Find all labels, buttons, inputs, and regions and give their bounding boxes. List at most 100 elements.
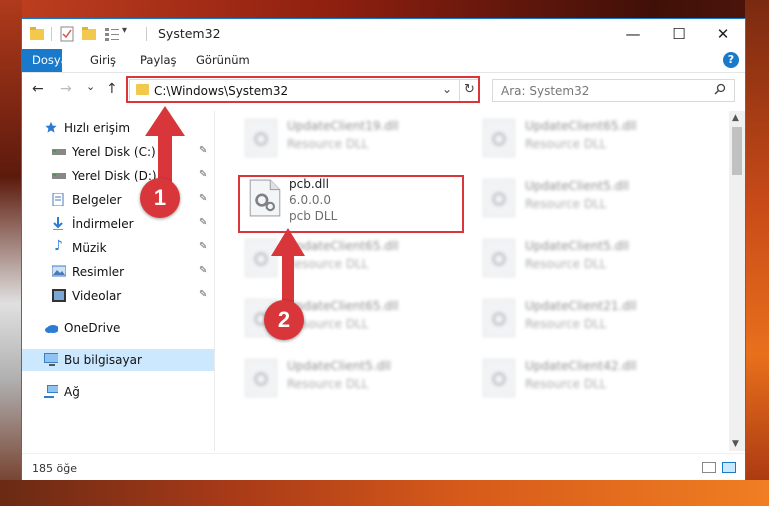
file-name: UpdateClient5.dll [525,179,629,193]
properties-icon[interactable] [60,26,74,42]
sidebar-item-videos[interactable]: Videolar ✎ [22,285,214,307]
address-bar-highlight [126,76,480,103]
view-options-icon[interactable] [104,26,120,42]
pin-icon: ✎ [199,265,208,276]
sidebar-item-this-pc[interactable]: Bu bilgisayar [22,349,214,371]
document-icon [52,193,64,206]
sidebar-item-pictures[interactable]: Resimler ✎ [22,261,214,283]
file-name: UpdateClient65.dll [525,119,637,133]
list-item[interactable]: UpdateClient5.dll Resource DLL [479,173,699,227]
navigation-bar: ← → ⌄ ↑ C:\Windows\System32 ⌄ ↻ Ara: Sys… [22,73,745,109]
picture-icon [52,265,66,277]
customize-toolbar-chevron-icon[interactable]: ▾ [122,25,127,41]
dll-file-icon [483,179,515,217]
list-item[interactable]: UpdateClient5.dll Resource DLL [479,233,699,287]
list-item[interactable]: UpdateClient42.dll Resource DLL [479,353,699,407]
sidebar-item-label: OneDrive [64,321,121,335]
video-icon [52,289,66,302]
sidebar-item-label: İndirmeler [72,217,134,231]
pcb-dll-highlight [238,175,464,233]
list-item[interactable]: UpdateClient65.dll Resource DLL [479,113,699,167]
sidebar-item-label: Ağ [64,385,80,399]
help-icon[interactable]: ? [723,52,739,68]
sidebar-item-music[interactable]: ♪ Müzik ✎ [22,237,214,259]
step-badge-1: 1 [140,178,180,218]
dll-file-icon [483,299,515,337]
tab-dosya[interactable]: Dosya [22,49,68,72]
list-item[interactable]: UpdateClient5.dll Resource DLL [241,353,461,407]
file-type: Resource DLL [525,377,607,391]
scroll-up-icon[interactable]: ▲ [732,113,739,123]
vertical-scrollbar[interactable]: ▲ ▼ [729,111,745,451]
cloud-icon [45,325,58,333]
search-input[interactable]: Ara: System32 [501,84,589,98]
dll-file-icon [245,119,277,157]
ribbon-tabs: Dosya Giriş Paylaş Görünüm ? [22,49,745,73]
recent-locations-button[interactable]: ⌄ [86,80,95,93]
file-name: UpdateClient21.dll [525,299,637,313]
sidebar-item-label: Bu bilgisayar [64,353,142,367]
new-folder-icon[interactable] [82,26,96,42]
pin-icon: ✎ [199,289,208,300]
status-bar: 185 öğe [22,453,745,480]
file-name: UpdateClient5.dll [287,359,391,373]
quick-access-separator [51,27,52,41]
dll-file-icon [483,239,515,277]
pin-icon: ✎ [199,169,208,180]
pin-icon: ✎ [199,241,208,252]
forward-button[interactable]: → [60,81,72,97]
network-icon [44,385,58,398]
desktop-background-bottom [0,480,769,506]
step-badge-2: 2 [264,300,304,340]
drive-icon [52,173,66,179]
back-button[interactable]: ← [32,81,44,97]
sidebar-item-network[interactable]: Ağ [22,381,214,403]
close-button[interactable]: ✕ [700,19,746,49]
details-view-button[interactable] [702,462,716,473]
file-name: UpdateClient5.dll [525,239,629,253]
sidebar-item-label: Videolar [72,289,122,303]
window-title: System32 [158,26,221,41]
file-type: Resource DLL [525,137,607,151]
computer-icon [44,353,58,366]
desktop-background-right [745,0,769,506]
download-icon [53,217,63,230]
minimize-button[interactable]: — [610,19,656,49]
dll-file-icon [483,359,515,397]
up-button[interactable]: ↑ [106,81,118,97]
sidebar-item-label: Müzik [72,241,107,255]
tab-paylas[interactable]: Paylaş [130,49,187,72]
title-separator [146,27,147,41]
file-type: Resource DLL [287,377,369,391]
scroll-thumb[interactable] [732,127,742,175]
item-count: 185 öğe [32,462,77,475]
file-type: Resource DLL [525,317,607,331]
title-bar: ▾ System32 — ☐ ✕ [22,19,745,49]
file-name: UpdateClient42.dll [525,359,637,373]
file-name: UpdateClient19.dll [287,119,399,133]
folder-icon [30,27,44,40]
list-item[interactable]: UpdateClient19.dll Resource DLL [241,113,461,167]
file-type: Resource DLL [287,137,369,151]
scroll-down-icon[interactable]: ▼ [732,439,739,449]
dll-file-icon [245,359,277,397]
sidebar-item-label: Resimler [72,265,125,279]
file-type: Resource DLL [525,257,607,271]
sidebar-item-label: Belgeler [72,193,122,207]
large-icons-view-button[interactable] [722,462,736,473]
sidebar-item-onedrive[interactable]: OneDrive [22,317,214,339]
music-icon: ♪ [54,238,63,254]
pin-icon: ✎ [199,217,208,228]
sidebar-item-downloads[interactable]: İndirmeler ✎ [22,213,214,235]
maximize-button[interactable]: ☐ [656,19,702,49]
dll-file-icon [483,119,515,157]
file-explorer-window: ▾ System32 — ☐ ✕ Dosya Giriş Paylaş Görü… [21,18,746,480]
search-icon[interactable] [714,83,726,95]
drive-icon [52,149,66,155]
list-item[interactable]: UpdateClient21.dll Resource DLL [479,293,699,347]
search-box[interactable]: Ara: System32 [492,79,735,102]
tab-giris[interactable]: Giriş [80,49,126,72]
tab-gorunum[interactable]: Görünüm [186,49,260,72]
desktop-background-left [0,0,22,506]
pin-icon: ✎ [199,193,208,204]
